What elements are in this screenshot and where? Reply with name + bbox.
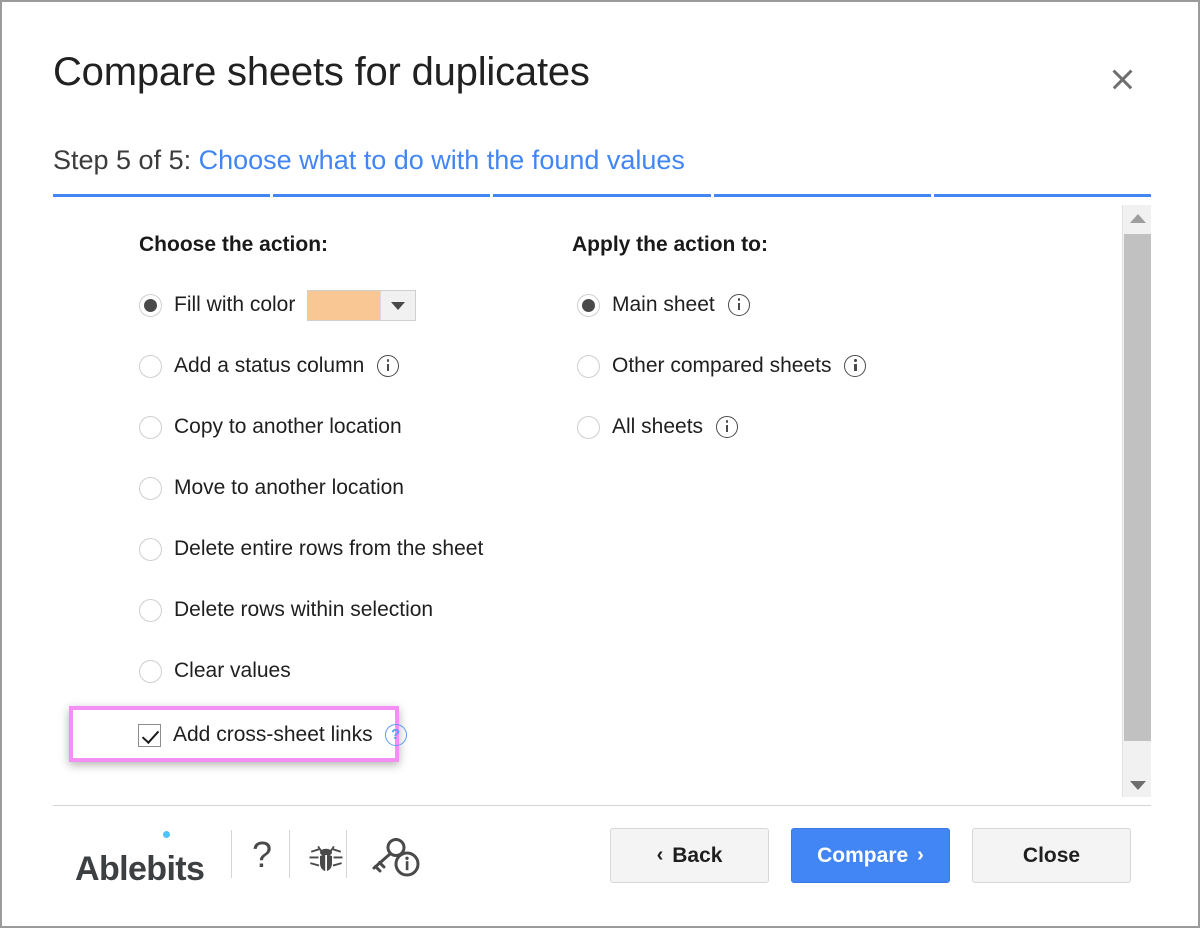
radio-option-fill-with-color[interactable]: Fill with color bbox=[139, 289, 417, 321]
info-icon[interactable] bbox=[727, 294, 750, 316]
progress-segment-2 bbox=[273, 194, 491, 197]
checkbox-add-cross-sheet-links[interactable] bbox=[138, 723, 161, 747]
option-label: Delete entire rows from the sheet bbox=[174, 537, 484, 560]
compare-button[interactable]: Compare › bbox=[791, 828, 950, 883]
progress-segment-4 bbox=[713, 194, 931, 197]
scrollbar-thumb[interactable] bbox=[1124, 234, 1151, 741]
scroll-up-icon[interactable] bbox=[1123, 205, 1151, 230]
chevron-right-icon: › bbox=[917, 844, 924, 866]
radio-copy-to-another-location[interactable] bbox=[139, 415, 162, 439]
compare-sheets-dialog: Compare sheets for duplicates Step 5 of … bbox=[0, 0, 1200, 928]
option-label: Clear values bbox=[174, 659, 291, 682]
key-info-icon[interactable] bbox=[369, 834, 425, 885]
radio-clear-values[interactable] bbox=[139, 659, 162, 683]
info-icon[interactable] bbox=[844, 355, 867, 377]
step-indicator: Step 5 of 5: Choose what to do with the … bbox=[53, 145, 685, 176]
radio-option-add-status-column[interactable]: Add a status column bbox=[139, 351, 400, 381]
step-progress-bar bbox=[53, 194, 1152, 197]
radio-option-clear-values[interactable]: Clear values bbox=[139, 656, 291, 686]
close-button[interactable]: Close bbox=[972, 828, 1131, 883]
option-label: Main sheet bbox=[612, 293, 715, 316]
radio-option-move-to-another-location[interactable]: Move to another location bbox=[139, 473, 404, 503]
checkbox-option-add-cross-sheet-links[interactable]: Add cross-sheet links ? bbox=[138, 720, 407, 750]
chevron-left-icon: ‹ bbox=[656, 844, 664, 866]
close-icon[interactable] bbox=[1102, 59, 1142, 99]
radio-main-sheet[interactable] bbox=[577, 293, 600, 317]
radio-move-to-another-location[interactable] bbox=[139, 476, 162, 500]
dialog-footer: Ablebits ? ‹ Back Compare › Close bbox=[53, 806, 1151, 911]
radio-option-other-compared-sheets[interactable]: Other compared sheets bbox=[577, 351, 867, 381]
radio-option-main-sheet[interactable]: Main sheet bbox=[577, 290, 750, 320]
option-label: Add cross-sheet links bbox=[173, 723, 373, 746]
brand-name: Ablebits bbox=[75, 850, 205, 888]
progress-segment-3 bbox=[493, 194, 711, 197]
info-icon[interactable] bbox=[377, 355, 400, 377]
radio-option-all-sheets[interactable]: All sheets bbox=[577, 412, 739, 442]
help-question-icon[interactable]: ? bbox=[252, 833, 272, 877]
page-title: Compare sheets for duplicates bbox=[53, 50, 590, 94]
radio-delete-rows-within-selection[interactable] bbox=[139, 598, 162, 622]
option-label: Fill with color bbox=[174, 293, 296, 316]
content-scrollbar[interactable] bbox=[1122, 205, 1151, 797]
radio-option-delete-entire-rows[interactable]: Delete entire rows from the sheet bbox=[139, 534, 483, 564]
radio-option-delete-rows-within-selection[interactable]: Delete rows within selection bbox=[139, 595, 433, 625]
ablebits-logo: Ablebits bbox=[64, 828, 205, 888]
close-button-label: Close bbox=[1022, 843, 1081, 867]
logo-dot bbox=[163, 831, 170, 838]
step-prefix: Step 5 of 5: bbox=[53, 145, 199, 175]
help-icon[interactable]: ? bbox=[384, 724, 407, 746]
radio-fill-with-color[interactable] bbox=[139, 293, 162, 317]
option-label: Other compared sheets bbox=[612, 354, 832, 377]
step-description-link[interactable]: Choose what to do with the found values bbox=[199, 145, 685, 175]
option-label: Add a status column bbox=[174, 354, 365, 377]
bug-icon[interactable] bbox=[305, 836, 347, 883]
choose-action-heading: Choose the action: bbox=[139, 233, 329, 256]
footer-divider-2 bbox=[289, 830, 290, 878]
chevron-down-icon[interactable] bbox=[380, 290, 415, 320]
fill-color-picker[interactable] bbox=[307, 289, 417, 321]
footer-divider-3 bbox=[346, 830, 347, 878]
option-label: Copy to another location bbox=[174, 415, 402, 438]
progress-segment-5 bbox=[933, 194, 1152, 197]
option-label: Delete rows within selection bbox=[174, 598, 434, 621]
apply-action-to-heading: Apply the action to: bbox=[572, 233, 768, 256]
back-button-label: Back bbox=[672, 843, 723, 867]
radio-option-copy-to-another-location[interactable]: Copy to another location bbox=[139, 412, 402, 442]
footer-divider-1 bbox=[231, 830, 232, 878]
info-icon[interactable] bbox=[716, 416, 739, 438]
option-label: Move to another location bbox=[174, 476, 404, 499]
compare-button-label: Compare bbox=[817, 843, 909, 867]
dialog-content-area: Choose the action: Fill with color Add a… bbox=[53, 202, 1151, 797]
back-button[interactable]: ‹ Back bbox=[610, 828, 769, 883]
radio-add-status-column[interactable] bbox=[139, 354, 162, 378]
progress-segment-1 bbox=[53, 194, 271, 197]
scroll-down-icon[interactable] bbox=[1123, 772, 1151, 797]
radio-delete-entire-rows[interactable] bbox=[139, 537, 162, 561]
radio-other-compared-sheets[interactable] bbox=[577, 354, 600, 378]
radio-all-sheets[interactable] bbox=[577, 415, 600, 439]
fill-color-swatch bbox=[308, 290, 381, 320]
option-label: All sheets bbox=[612, 415, 704, 438]
